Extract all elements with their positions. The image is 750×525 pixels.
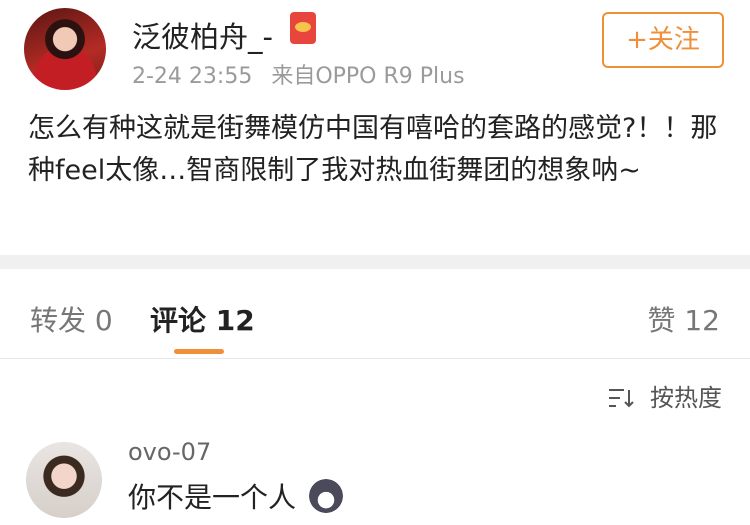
post-text: 怎么有种这就是街舞模仿中国有嘻哈的套路的感觉?！！那种feel太像…智商限制了我…	[28, 113, 718, 186]
section-divider	[0, 255, 750, 269]
sort-icon	[609, 389, 635, 408]
follow-button[interactable]: +关注	[602, 12, 724, 68]
comment-item: ovo-07 你不是一个人	[0, 430, 750, 525]
tab-likes[interactable]: 赞 12	[647, 299, 720, 339]
username[interactable]: 泛彼柏舟_-	[132, 14, 273, 56]
tab-repost[interactable]: 转发 0	[30, 299, 113, 339]
husky-dog-emoji-icon	[308, 479, 343, 513]
post-timestamp: 2-24 23:55	[132, 64, 253, 89]
sort-by-hot-button[interactable]: 按热度	[608, 378, 722, 413]
commenter-name[interactable]: ovo-07	[128, 438, 211, 466]
sort-label: 按热度	[650, 384, 722, 412]
comment-text: 你不是一个人	[128, 481, 297, 514]
post-source: 来自OPPO R9 Plus	[271, 64, 465, 89]
post-meta: 2-24 23:55 来自OPPO R9 Plus	[132, 58, 465, 90]
interaction-tabs: 转发 0 评论 12 赞 12	[0, 269, 750, 359]
active-tab-indicator	[174, 349, 224, 354]
user-avatar[interactable]	[24, 8, 106, 90]
post-card: 泛彼柏舟_- 2-24 23:55 来自OPPO R9 Plus +关注 怎么有…	[0, 0, 750, 255]
red-envelope-icon	[290, 12, 316, 44]
commenter-avatar[interactable]	[26, 442, 102, 518]
sort-row: 按热度	[0, 360, 750, 430]
comment-text-row: 你不是一个人	[128, 476, 343, 516]
tab-comments[interactable]: 评论 12	[150, 299, 255, 339]
